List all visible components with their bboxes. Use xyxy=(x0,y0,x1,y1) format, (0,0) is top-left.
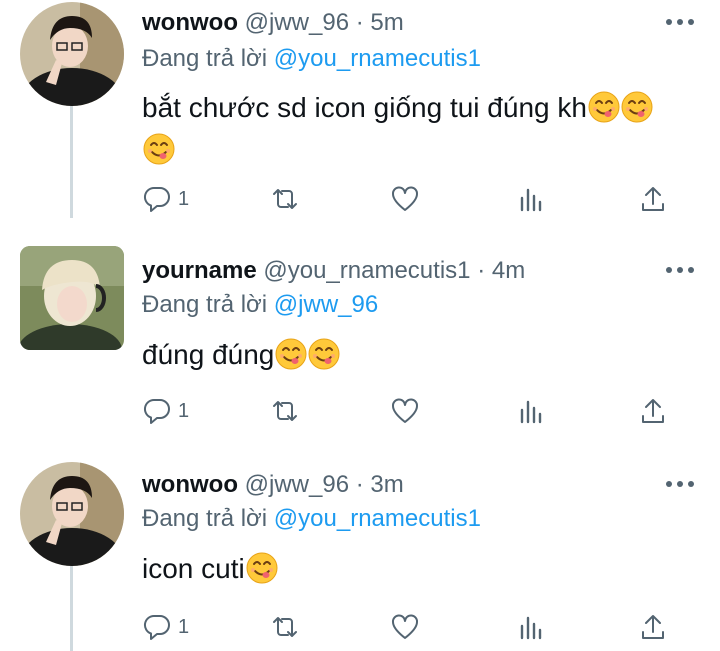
mention-link[interactable]: @jww_96 xyxy=(274,291,378,318)
display-name[interactable]: wonwoo xyxy=(142,9,238,36)
avatar[interactable] xyxy=(20,2,124,106)
timestamp[interactable]: 4m xyxy=(492,257,525,284)
like-button[interactable] xyxy=(390,182,420,216)
tweet-text: đúng đúng xyxy=(142,334,682,376)
mention-link[interactable]: @you_rnamecutis1 xyxy=(274,45,481,72)
retweet-icon xyxy=(270,184,300,214)
analytics-icon xyxy=(516,396,546,426)
analytics-button[interactable] xyxy=(516,610,546,644)
tweet[interactable]: wonwoo @jww_96 · 5m Đang trả lời @you_rn… xyxy=(0,0,720,218)
replying-to: Đang trả lời @you_rnamecutis1 xyxy=(142,44,481,74)
replying-to: Đang trả lời @you_rnamecutis1 xyxy=(142,504,481,534)
tweet[interactable]: wonwoo @jww_96 · 3m Đang trả lời @you_rn… xyxy=(0,458,720,651)
tweet-text: icon cuti xyxy=(142,548,682,590)
action-bar: 1 xyxy=(142,182,682,216)
retweet-button[interactable] xyxy=(270,394,300,428)
share-icon xyxy=(638,396,668,426)
tweet[interactable]: yourname @you_rnamecutis1 · 4m Đang trả … xyxy=(0,244,720,434)
more-icon[interactable] xyxy=(666,17,694,27)
share-button[interactable] xyxy=(638,394,668,428)
share-button[interactable] xyxy=(638,610,668,644)
retweet-button[interactable] xyxy=(270,610,300,644)
share-icon xyxy=(638,184,668,214)
analytics-icon xyxy=(516,612,546,642)
reply-icon xyxy=(142,184,172,214)
action-bar: 1 xyxy=(142,610,682,644)
display-name[interactable]: yourname xyxy=(142,257,257,284)
reply-button[interactable]: 1 xyxy=(142,610,189,644)
reply-button[interactable]: 1 xyxy=(142,394,189,428)
more-icon[interactable] xyxy=(666,479,694,489)
avatar[interactable] xyxy=(20,462,124,566)
tweet-text-content: đúng đúng xyxy=(142,339,275,370)
timestamp[interactable]: 5m xyxy=(370,9,403,36)
retweet-button[interactable] xyxy=(270,182,300,216)
yum-emoji xyxy=(621,91,653,123)
like-icon xyxy=(390,612,420,642)
reply-icon xyxy=(142,396,172,426)
yum-emoji xyxy=(308,338,340,370)
thread-line xyxy=(70,566,73,651)
separator: · xyxy=(355,9,364,36)
like-icon xyxy=(390,184,420,214)
tweet-text-content: bắt chước sd icon giống tui đúng kh xyxy=(142,92,587,123)
yum-emoji xyxy=(588,91,620,123)
mention-link[interactable]: @you_rnamecutis1 xyxy=(274,505,481,532)
retweet-icon xyxy=(270,612,300,642)
reply-count: 1 xyxy=(178,187,190,210)
like-button[interactable] xyxy=(390,394,420,428)
reply-prefix: Đang trả lời xyxy=(142,505,268,532)
retweet-icon xyxy=(270,396,300,426)
more-icon[interactable] xyxy=(666,265,694,275)
replying-to: Đang trả lời @jww_96 xyxy=(142,290,378,320)
reply-prefix: Đang trả lời xyxy=(142,45,268,72)
reply-prefix: Đang trả lời xyxy=(142,291,268,318)
thread-line xyxy=(70,104,73,218)
tweet-text: bắt chước sd icon giống tui đúng kh xyxy=(142,87,682,171)
like-icon xyxy=(390,396,420,426)
separator: · xyxy=(355,471,364,498)
display-name[interactable]: wonwoo xyxy=(142,471,238,498)
user-handle[interactable]: @jww_96 xyxy=(245,471,349,498)
user-handle[interactable]: @jww_96 xyxy=(245,9,349,36)
reply-count: 1 xyxy=(178,399,190,422)
action-bar: 1 xyxy=(142,394,682,428)
yum-emoji xyxy=(246,552,278,584)
analytics-button[interactable] xyxy=(516,394,546,428)
share-icon xyxy=(638,612,668,642)
analytics-icon xyxy=(516,184,546,214)
avatar[interactable] xyxy=(20,246,124,350)
separator: · xyxy=(477,257,486,284)
like-button[interactable] xyxy=(390,610,420,644)
share-button[interactable] xyxy=(638,182,668,216)
yum-emoji xyxy=(275,338,307,370)
reply-button[interactable]: 1 xyxy=(142,182,189,216)
analytics-button[interactable] xyxy=(516,182,546,216)
user-handle[interactable]: @you_rnamecutis1 xyxy=(263,257,470,284)
timestamp[interactable]: 3m xyxy=(370,471,403,498)
tweet-text-content: icon cuti xyxy=(142,553,245,584)
yum-emoji xyxy=(143,133,175,165)
reply-count: 1 xyxy=(178,615,190,638)
reply-icon xyxy=(142,612,172,642)
